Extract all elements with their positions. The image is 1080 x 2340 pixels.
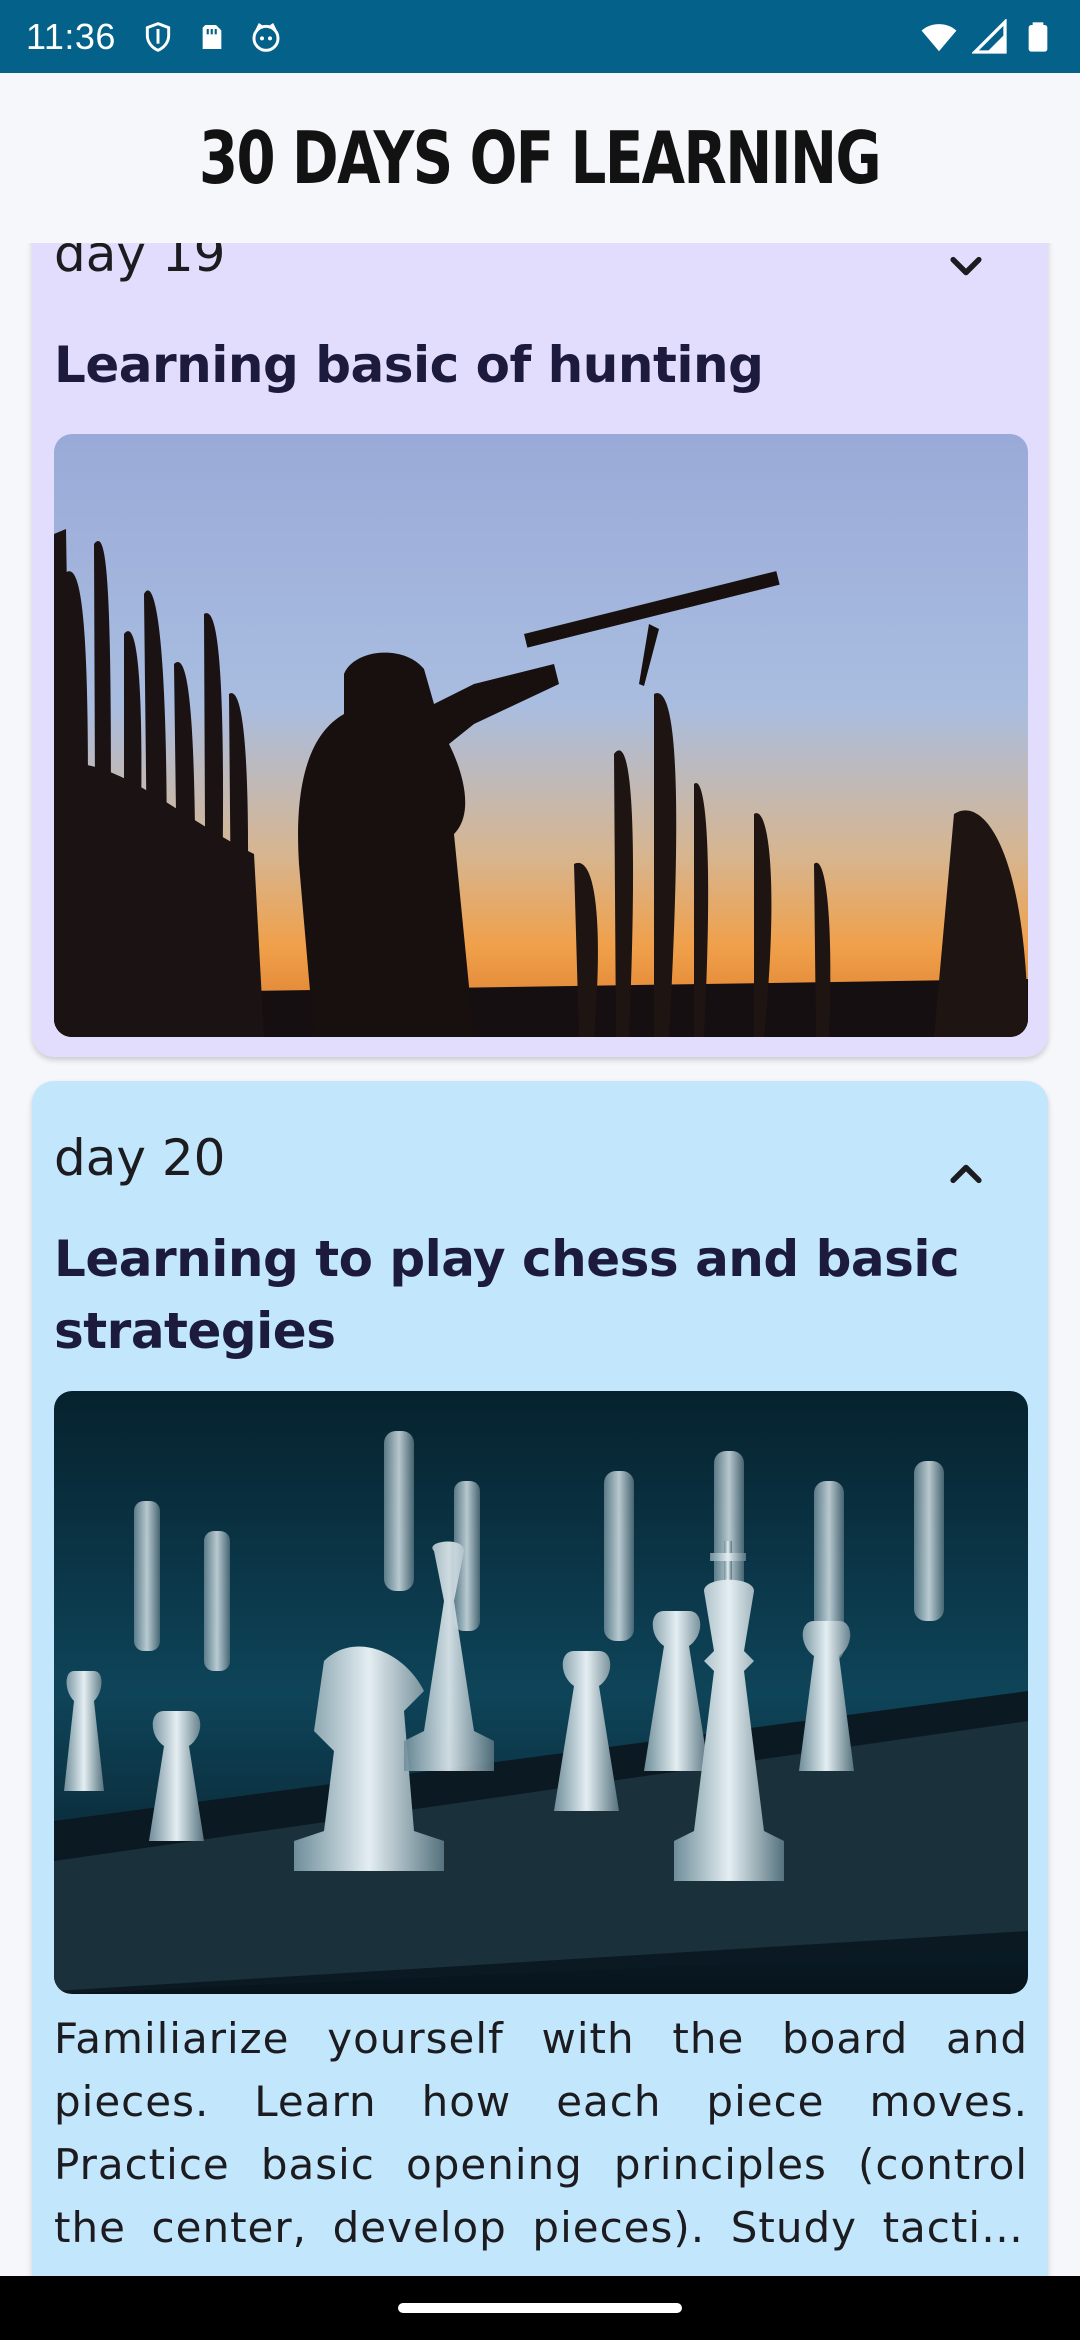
day-label: day 20 [54, 1129, 226, 1187]
day-label: day 19 [54, 243, 226, 283]
day-card-20[interactable]: day 20 Learning to play chess and basic … [32, 1081, 1048, 2276]
status-right-icons [920, 17, 1054, 57]
chess-image [54, 1391, 1028, 1994]
status-time: 11:36 [26, 15, 116, 57]
signal-icon [972, 18, 1007, 54]
chevron-down-icon[interactable] [944, 245, 988, 289]
status-bar: 11:36 [0, 0, 1080, 73]
card-title: Learning to play chess and basic strateg… [54, 1230, 960, 1360]
day-list[interactable]: day 19 Learning basic of hunting day 20 … [0, 243, 1080, 2276]
shield-icon [145, 21, 171, 52]
hunting-image [54, 434, 1028, 1037]
status-left-icons [142, 21, 282, 53]
day-card-19[interactable]: day 19 Learning basic of hunting [32, 243, 1048, 1057]
wifi-icon [921, 23, 957, 51]
sim-card-icon [202, 24, 222, 49]
app-bar: 30 DAYS OF LEARNING [0, 73, 1080, 243]
card-title: Learning basic of hunting [54, 336, 764, 394]
app-title: 30 DAYS OF LEARNING [199, 116, 883, 200]
home-gesture-handle[interactable] [398, 2303, 682, 2313]
cat-face-icon [252, 22, 280, 52]
chevron-up-icon[interactable] [944, 1151, 988, 1195]
navigation-bar [0, 2276, 1080, 2340]
card-description: Familiarize yourself with the board and … [54, 2014, 1028, 2252]
battery-icon [1028, 21, 1048, 52]
